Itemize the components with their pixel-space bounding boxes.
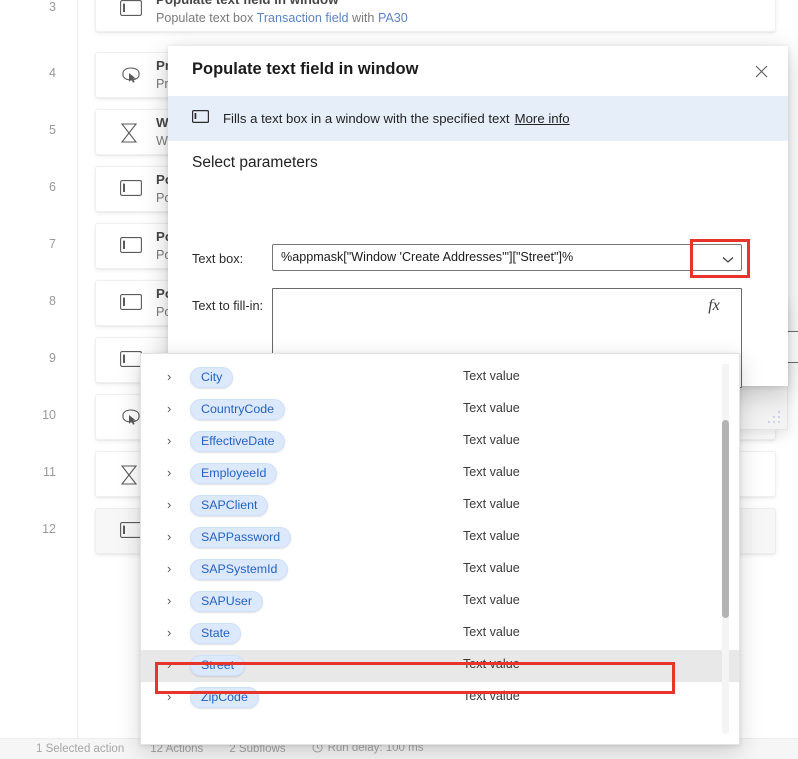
dialog-title: Populate text field in window	[192, 60, 419, 78]
action-card[interactable]: Populate text field in window Populate te…	[95, 0, 776, 32]
variable-type-label: Text value	[463, 529, 520, 543]
dialog-info-text: Fills a text box in a window with the sp…	[223, 111, 510, 126]
variable-name-pill[interactable]: SAPUser	[190, 591, 263, 612]
variable-name-pill[interactable]: City	[190, 367, 234, 388]
chevron-right-icon[interactable]: ›	[167, 370, 179, 384]
chevron-right-icon[interactable]: ›	[167, 626, 179, 640]
list-top-mask	[141, 354, 739, 364]
variable-type-label: Text value	[463, 689, 520, 703]
press-button-icon	[120, 66, 142, 86]
variable-row[interactable]: › State Text value	[141, 618, 739, 650]
chevron-right-icon[interactable]: ›	[167, 658, 179, 672]
textbox-icon	[120, 522, 142, 542]
variable-name-pill[interactable]: EmployeeId	[190, 463, 278, 484]
textfill-field-label: Text to fill-in:	[192, 298, 264, 313]
action-subtitle: Populate text box Transaction field with…	[156, 11, 408, 25]
variable-type-label: Text value	[463, 593, 520, 607]
textbox-icon	[120, 237, 142, 257]
variable-picker-dropdown: › City Text value › CountryCode Text value › Ef…	[140, 353, 740, 745]
action-row-number: 4	[49, 66, 56, 80]
variable-type-label: Text value	[463, 465, 520, 479]
variable-name-pill[interactable]: EffectiveDate	[190, 431, 286, 452]
chevron-right-icon[interactable]: ›	[167, 402, 179, 416]
variable-type-label: Text value	[463, 433, 520, 447]
variable-row[interactable]: › EffectiveDate Text value	[141, 426, 739, 458]
line-number-gutter: 3 4 5 6 7 8 9 10 11 12	[0, 0, 78, 738]
variable-name-pill[interactable]: CountryCode	[190, 399, 286, 420]
textbox-icon	[120, 180, 142, 200]
chevron-right-icon[interactable]: ›	[167, 690, 179, 704]
wait-icon	[120, 123, 142, 143]
variable-name-pill[interactable]: State	[190, 623, 241, 644]
variable-name-pill[interactable]: SAPSystemId	[190, 559, 289, 580]
action-row-number: 7	[49, 237, 56, 251]
app-root: 3 4 5 6 7 8 9 10 11 12 Populate text field in win…	[0, 0, 798, 759]
variable-type-label: Text value	[463, 401, 520, 415]
chevron-right-icon[interactable]: ›	[167, 434, 179, 448]
textbox-icon	[120, 351, 142, 371]
variable-row[interactable]: › SAPUser Text value	[141, 586, 739, 618]
dialog-info-bar: Fills a text box in a window with the sp…	[168, 96, 788, 141]
action-row-number: 10	[42, 408, 56, 422]
action-row-number: 9	[49, 351, 56, 365]
textbox-select[interactable]: %appmask["Window 'Create Addresses'"]["S…	[272, 244, 742, 271]
dialog-header: Populate text field in window	[168, 46, 788, 96]
variable-row[interactable]: › City Text value	[141, 362, 739, 394]
variable-row[interactable]: › SAPPassword Text value	[141, 522, 739, 554]
action-subtitle-link-1[interactable]: Transaction field	[257, 11, 349, 25]
variable-name-pill[interactable]: SAPClient	[190, 495, 269, 516]
variable-name-pill[interactable]: ZipCode	[190, 687, 259, 708]
variable-type-label: Text value	[463, 561, 520, 575]
textbox-icon	[192, 109, 210, 128]
wait-icon	[120, 465, 142, 485]
variable-row[interactable]: › SAPSystemId Text value	[141, 554, 739, 586]
select-parameters-heading: Select parameters	[192, 154, 318, 171]
action-row-number: 5	[49, 123, 56, 137]
variable-type-label: Text value	[463, 497, 520, 511]
variable-type-label: Text value	[463, 657, 520, 671]
action-row-number: 6	[49, 180, 56, 194]
close-icon[interactable]	[744, 56, 778, 86]
action-row-number: 3	[49, 0, 56, 14]
variable-row[interactable]: › CountryCode Text value	[141, 394, 739, 426]
action-subtitle-mid: with	[348, 11, 378, 25]
action-title: Populate text field in window	[156, 0, 338, 7]
populate-text-field-dialog: Populate text field in window Fills a te…	[168, 46, 788, 388]
chevron-right-icon[interactable]: ›	[167, 594, 179, 608]
variable-row[interactable]: › EmployeeId Text value	[141, 458, 739, 490]
chevron-right-icon[interactable]: ›	[167, 562, 179, 576]
variable-name-pill[interactable]: SAPPassword	[190, 527, 292, 548]
fx-button[interactable]: fx	[688, 290, 740, 321]
variable-name-pill[interactable]: Street	[190, 655, 246, 676]
chevron-down-icon	[722, 251, 734, 269]
variable-row[interactable]: › Street Text value	[141, 650, 739, 682]
variable-list-scrollbar-thumb[interactable]	[722, 420, 729, 618]
more-info-link[interactable]: More info	[515, 111, 570, 126]
action-row-number: 8	[49, 294, 56, 308]
status-selected-actions: 1 Selected action	[36, 743, 125, 755]
textbox-select-value: %appmask["Window 'Create Addresses'"]["S…	[281, 250, 574, 264]
variable-row[interactable]: › SAPClient Text value	[141, 490, 739, 522]
resize-grip-icon[interactable]	[768, 411, 782, 425]
action-row-number: 12	[42, 522, 56, 536]
action-subtitle-pre: Populate text box	[156, 11, 257, 25]
action-row-number: 11	[43, 465, 56, 479]
variable-row[interactable]: › ZipCode Text value	[141, 682, 739, 714]
variable-type-label: Text value	[463, 369, 520, 383]
chevron-right-icon[interactable]: ›	[167, 530, 179, 544]
action-subtitle-link-2[interactable]: PA30	[378, 11, 408, 25]
textbox-icon	[120, 294, 142, 314]
press-button-icon	[120, 408, 142, 428]
textbox-field-label: Text box:	[192, 251, 244, 266]
chevron-right-icon[interactable]: ›	[167, 498, 179, 512]
variable-type-label: Text value	[463, 625, 520, 639]
textbox-icon	[120, 0, 142, 20]
chevron-right-icon[interactable]: ›	[167, 466, 179, 480]
